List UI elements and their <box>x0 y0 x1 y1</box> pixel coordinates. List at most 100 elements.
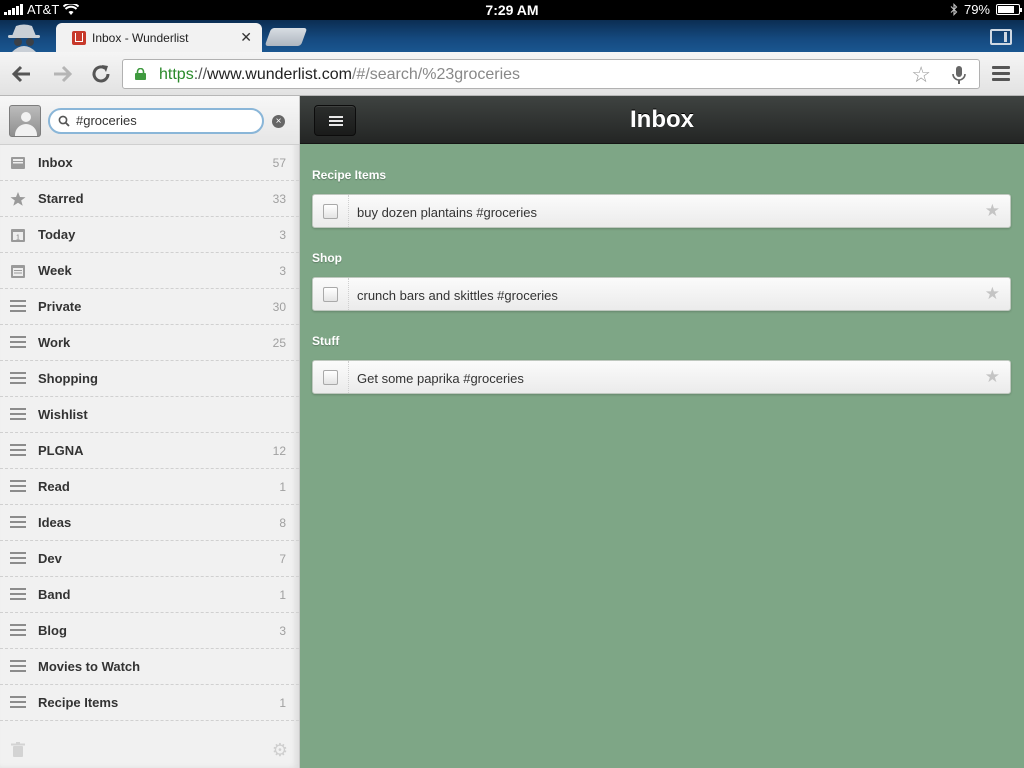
search-input[interactable] <box>76 113 256 128</box>
sidebar-item-dev[interactable]: Dev 7 <box>0 541 299 577</box>
sidebar-item-label: Read <box>38 479 70 494</box>
task-checkbox[interactable] <box>323 287 338 302</box>
group-title: Stuff <box>312 334 340 348</box>
task-text[interactable]: buy dozen plantains #groceries <box>357 205 537 220</box>
battery-percent: 79% <box>963 2 990 17</box>
sidebar-item-wishlist[interactable]: Wishlist <box>0 397 299 433</box>
task-item[interactable]: crunch bars and skittles #groceries ★ <box>312 277 1011 311</box>
tabs-overview-icon[interactable] <box>990 29 1012 45</box>
battery-fill <box>998 6 1014 13</box>
browser-toolbar: https://www.wunderlist.com/#/search/%23g… <box>0 52 1024 96</box>
sidebar-item-label: Dev <box>38 551 62 566</box>
sidebar-item-read[interactable]: Read 1 <box>0 469 299 505</box>
avatar[interactable] <box>9 105 41 137</box>
star-icon[interactable]: ★ <box>985 201 1000 221</box>
star-icon[interactable]: ★ <box>985 367 1000 387</box>
svg-text:1: 1 <box>16 235 20 242</box>
bookmark-star-icon[interactable]: ☆ <box>911 64 931 86</box>
sidebar-item-count: 1 <box>279 480 286 494</box>
browser-tab-active[interactable]: Inbox - Wunderlist ✕ <box>56 23 262 52</box>
group-title: Shop <box>312 251 342 265</box>
list-icon <box>10 372 26 386</box>
sidebar-item-count: 8 <box>279 516 286 530</box>
trash-icon[interactable] <box>11 742 25 758</box>
star-icon <box>10 192 26 206</box>
list-icon <box>10 552 26 566</box>
list-icon <box>10 696 26 710</box>
sidebar-item-count: 33 <box>272 192 286 206</box>
search-field[interactable] <box>48 108 264 134</box>
sidebar-item-count: 3 <box>279 624 286 638</box>
incognito-icon <box>8 24 40 52</box>
task-checkbox[interactable] <box>323 370 338 385</box>
sidebar-item-label: Week <box>38 263 72 278</box>
sidebar-item-blog[interactable]: Blog 3 <box>0 613 299 649</box>
ios-status-bar: AT&T 7:29 AM 79% <box>0 0 1024 20</box>
clear-search-icon[interactable]: × <box>272 115 285 128</box>
inbox-icon <box>11 157 25 169</box>
sidebar-item-work[interactable]: Work 25 <box>0 325 299 361</box>
sidebar-item-band[interactable]: Band 1 <box>0 577 299 613</box>
forward-arrow-icon[interactable] <box>50 62 74 86</box>
browser-menu-icon[interactable] <box>992 66 1010 82</box>
new-tab-button[interactable] <box>264 28 308 46</box>
sidebar-item-label: Blog <box>38 623 67 638</box>
task-text[interactable]: Get some paprika #groceries <box>357 371 524 386</box>
sidebar-item-shopping[interactable]: Shopping <box>0 361 299 397</box>
reload-icon[interactable] <box>89 62 113 86</box>
list-icon <box>10 660 26 674</box>
sidebar-item-today[interactable]: 1 Today 3 <box>0 217 299 253</box>
sidebar-item-count: 1 <box>279 588 286 602</box>
sidebar-item-count: 7 <box>279 552 286 566</box>
main-header: Inbox <box>300 96 1024 144</box>
list-icon <box>10 480 26 494</box>
main-panel: Inbox Recipe Items buy dozen plantains #g… <box>300 96 1024 768</box>
bluetooth-icon <box>950 3 958 16</box>
sidebar-item-count: 3 <box>279 228 286 242</box>
task-item[interactable]: buy dozen plantains #groceries ★ <box>312 194 1011 228</box>
sidebar-item-label: Starred <box>38 191 84 206</box>
secure-lock-icon <box>135 68 146 80</box>
sidebar-item-label: Wishlist <box>38 407 88 422</box>
list-icon <box>10 444 26 458</box>
sidebar-item-count: 1 <box>279 696 286 710</box>
list-icon <box>10 336 26 350</box>
wunderlist-favicon-icon <box>72 30 86 45</box>
back-arrow-icon[interactable] <box>10 62 34 86</box>
close-tab-icon[interactable]: ✕ <box>240 29 252 46</box>
sidebar-item-movies-to-watch[interactable]: Movies to Watch <box>0 649 299 685</box>
url-text[interactable]: https://www.wunderlist.com/#/search/%23g… <box>159 66 520 84</box>
list-icon <box>10 408 26 422</box>
group-title: Recipe Items <box>312 168 387 182</box>
list-icon <box>10 624 26 638</box>
sidebar-item-label: Work <box>38 335 71 350</box>
sidebar-item-starred[interactable]: Starred 33 <box>0 181 299 217</box>
sidebar-item-count: 30 <box>272 300 286 314</box>
search-icon <box>58 115 70 127</box>
sidebar: × Inbox 57 Starred 33 1 Today 3 Week 3 Private 30 W… <box>0 96 300 768</box>
address-bar[interactable]: https://www.wunderlist.com/#/search/%23g… <box>122 59 980 89</box>
sidebar-item-private[interactable]: Private 30 <box>0 289 299 325</box>
task-text[interactable]: crunch bars and skittles #groceries <box>357 288 558 303</box>
task-divider <box>348 361 349 393</box>
sidebar-item-label: Today <box>38 227 76 242</box>
calendar-week-icon <box>11 265 25 278</box>
microphone-icon[interactable] <box>951 65 967 85</box>
gear-icon[interactable]: ⚙ <box>272 741 288 759</box>
task-item[interactable]: Get some paprika #groceries ★ <box>312 360 1011 394</box>
sidebar-footer: ⚙ <box>0 732 299 768</box>
star-icon[interactable]: ★ <box>985 284 1000 304</box>
sidebar-item-label: Private <box>38 299 82 314</box>
task-divider <box>348 195 349 227</box>
task-checkbox[interactable] <box>323 204 338 219</box>
sidebar-item-ideas[interactable]: Ideas 8 <box>0 505 299 541</box>
list-icon <box>10 516 26 530</box>
sidebar-item-plgna[interactable]: PLGNA 12 <box>0 433 299 469</box>
sidebar-item-count: 3 <box>279 264 286 278</box>
sidebar-item-inbox[interactable]: Inbox 57 <box>0 145 299 181</box>
calendar-today-icon: 1 <box>11 229 25 242</box>
sidebar-item-week[interactable]: Week 3 <box>0 253 299 289</box>
sidebar-item-recipe-items[interactable]: Recipe Items 1 <box>0 685 299 721</box>
sidebar-item-count: 57 <box>272 156 286 170</box>
sidebar-item-label: Ideas <box>38 515 72 530</box>
